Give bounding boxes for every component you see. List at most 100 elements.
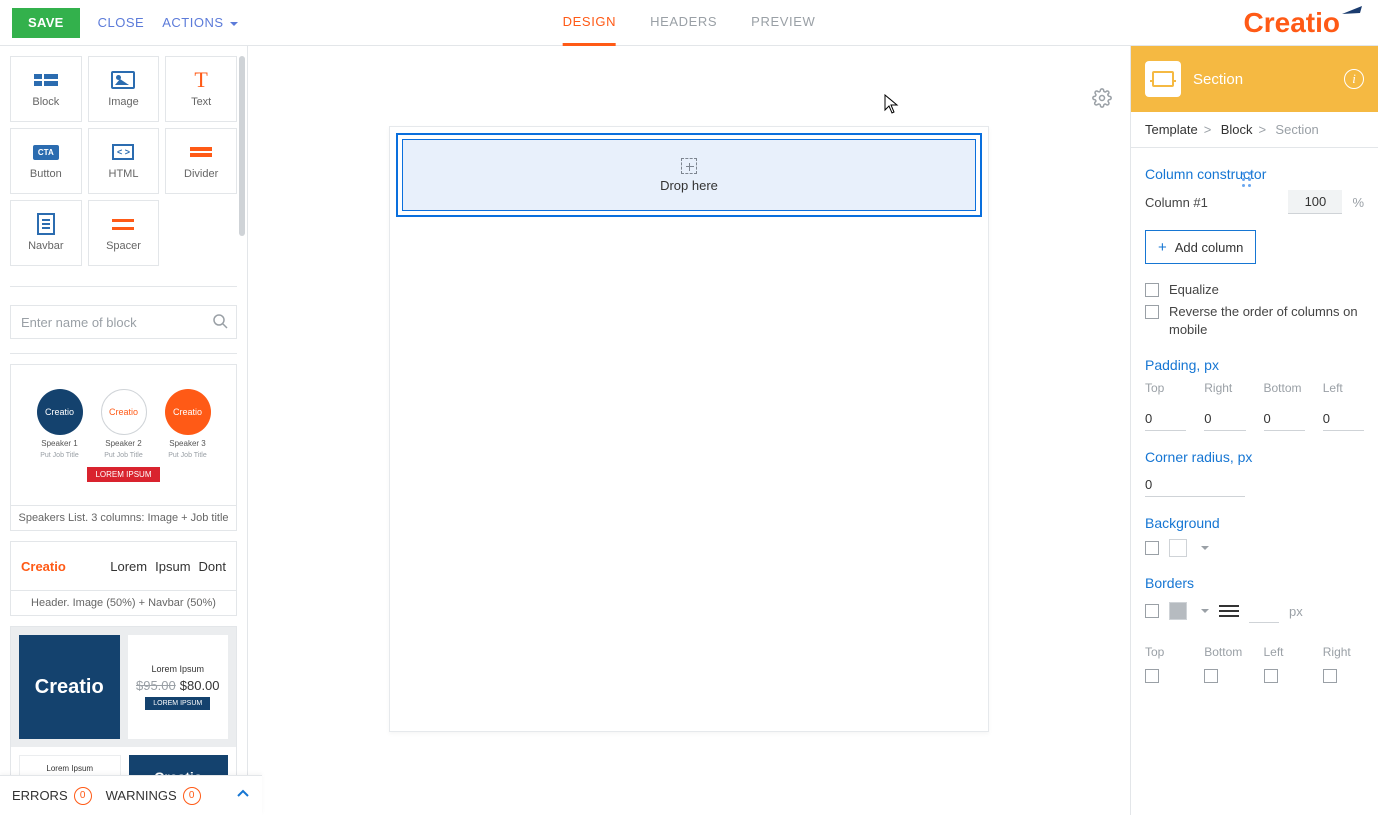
tool-text-label: Text [191, 96, 211, 108]
add-column-label: Add column [1175, 240, 1244, 255]
tool-block-label: Block [32, 96, 59, 108]
drop-icon [681, 158, 697, 174]
border-bottom-checkbox[interactable] [1204, 669, 1218, 683]
design-canvas[interactable]: Drop here [248, 46, 1130, 815]
pad-left-input[interactable] [1323, 407, 1364, 431]
tool-divider-label: Divider [184, 168, 218, 180]
tool-html[interactable]: < > HTML [88, 128, 160, 194]
warnings-count: 0 [183, 787, 201, 805]
tool-image-label: Image [108, 96, 139, 108]
text-icon: T [187, 70, 215, 90]
actions-dropdown[interactable]: ACTIONS [162, 15, 237, 30]
corner-radius-input[interactable] [1145, 473, 1245, 497]
section-drag-handle[interactable] [1242, 172, 1251, 187]
reverse-mobile-checkbox[interactable] [1145, 305, 1159, 319]
mini-brand: Creatio [21, 559, 66, 574]
border-enable-checkbox[interactable] [1145, 604, 1159, 618]
equalize-label: Equalize [1169, 282, 1219, 297]
background-color-swatch[interactable] [1169, 539, 1187, 557]
errors-indicator[interactable]: ERRORS 0 [12, 787, 92, 805]
border-color-dropdown[interactable] [1199, 606, 1209, 616]
speaker-circle-icon: Creatio [101, 389, 147, 435]
library-block-header[interactable]: Creatio Lorem Ipsum Dont Header. Image (… [10, 541, 237, 616]
tab-design[interactable]: DESIGN [563, 0, 616, 46]
tool-palette: Block Image T Text CTA Button < > HTML D… [10, 56, 237, 266]
brand-text: Creatio [1244, 7, 1340, 39]
spacer-icon [109, 214, 137, 234]
breadcrumb-current: Section [1275, 122, 1318, 137]
tab-preview[interactable]: PREVIEW [751, 0, 815, 46]
breadcrumb-item[interactable]: Template [1145, 122, 1198, 137]
library-block-products[interactable]: Creatio Lorem Ipsum $95.00$80.00 LOREM I… [10, 626, 237, 783]
group-borders: Borders [1145, 575, 1364, 591]
prod-title: Lorem Ipsum [151, 664, 204, 674]
breadcrumb-item[interactable]: Block [1221, 122, 1253, 137]
border-width-input[interactable] [1249, 599, 1279, 623]
dropzone[interactable]: Drop here [402, 139, 976, 211]
pad-right-input[interactable] [1204, 407, 1245, 431]
library-block-speakers[interactable]: CreatioSpeaker 1Put Job Title CreatioSpe… [10, 364, 237, 531]
tool-block[interactable]: Block [10, 56, 82, 122]
warnings-label: WARNINGS [106, 788, 177, 803]
save-button[interactable]: SAVE [12, 8, 80, 38]
breadcrumb: Template> Block> Section [1131, 112, 1378, 148]
tool-button[interactable]: CTA Button [10, 128, 82, 194]
warnings-indicator[interactable]: WARNINGS 0 [106, 787, 201, 805]
border-right-checkbox[interactable] [1323, 669, 1337, 683]
px-label: px [1289, 604, 1303, 619]
pad-top-input[interactable] [1145, 407, 1186, 431]
mini-nav: Lorem Ipsum Dont [110, 559, 226, 574]
block-search[interactable] [10, 305, 237, 339]
border-left-checkbox[interactable] [1264, 669, 1278, 683]
border-style-icon[interactable] [1219, 605, 1239, 617]
speaker-name: Speaker 3 [169, 439, 205, 448]
search-icon [212, 313, 228, 332]
top-toolbar: SAVE CLOSE ACTIONS DESIGN HEADERS PREVIE… [0, 0, 1378, 46]
speaker-circle-icon: Creatio [37, 389, 83, 435]
tool-navbar[interactable]: Navbar [10, 200, 82, 266]
block-search-input[interactable] [19, 314, 212, 331]
percent-label: % [1352, 195, 1364, 210]
background-enable-checkbox[interactable] [1145, 541, 1159, 555]
gear-icon[interactable] [1092, 88, 1112, 111]
prod-button: LOREM IPSUM [145, 697, 210, 710]
drop-label: Drop here [660, 178, 718, 193]
column-width-input[interactable] [1288, 190, 1342, 214]
tool-image[interactable]: Image [88, 56, 160, 122]
speaker-name: Speaker 2 [105, 439, 141, 448]
selected-section[interactable]: Drop here [396, 133, 982, 217]
background-color-dropdown[interactable] [1199, 543, 1209, 553]
library-caption: Header. Image (50%) + Navbar (50%) [11, 590, 236, 615]
close-link[interactable]: CLOSE [98, 15, 145, 30]
errors-label: ERRORS [12, 788, 68, 803]
add-column-button[interactable]: + Add column [1145, 230, 1256, 264]
email-page[interactable]: Drop here [389, 126, 989, 732]
tool-spacer[interactable]: Spacer [88, 200, 160, 266]
tool-divider[interactable]: Divider [165, 128, 237, 194]
border-color-swatch[interactable] [1169, 602, 1187, 620]
info-icon[interactable]: i [1344, 69, 1364, 89]
speaker-job: Put Job Title [104, 452, 143, 459]
equalize-checkbox[interactable] [1145, 283, 1159, 297]
panel-title: Section [1193, 71, 1332, 88]
navbar-icon [32, 214, 60, 234]
brand-logo: Creatio [1244, 7, 1366, 39]
status-bar: ERRORS 0 WARNINGS 0 [0, 775, 262, 815]
block-icon [32, 70, 60, 90]
tool-button-label: Button [30, 168, 62, 180]
sidebar-scrollbar[interactable] [239, 56, 245, 236]
pad-bottom-input[interactable] [1264, 407, 1305, 431]
tool-text[interactable]: T Text [165, 56, 237, 122]
block-library: CreatioSpeaker 1Put Job Title CreatioSpe… [10, 353, 237, 783]
group-background: Background [1145, 515, 1364, 531]
prod-brand: Creatio [35, 676, 104, 699]
tab-headers[interactable]: HEADERS [650, 0, 717, 46]
group-column-constructor: Column constructor [1145, 166, 1364, 182]
side-right-label: Right [1323, 645, 1364, 659]
chevron-up-icon[interactable] [236, 787, 250, 804]
reverse-mobile-label: Reverse the order of columns on mobile [1169, 303, 1364, 339]
group-corner: Corner radius, px [1145, 449, 1364, 465]
side-top-label: Top [1145, 645, 1186, 659]
border-top-checkbox[interactable] [1145, 669, 1159, 683]
plus-icon: + [1158, 239, 1167, 256]
